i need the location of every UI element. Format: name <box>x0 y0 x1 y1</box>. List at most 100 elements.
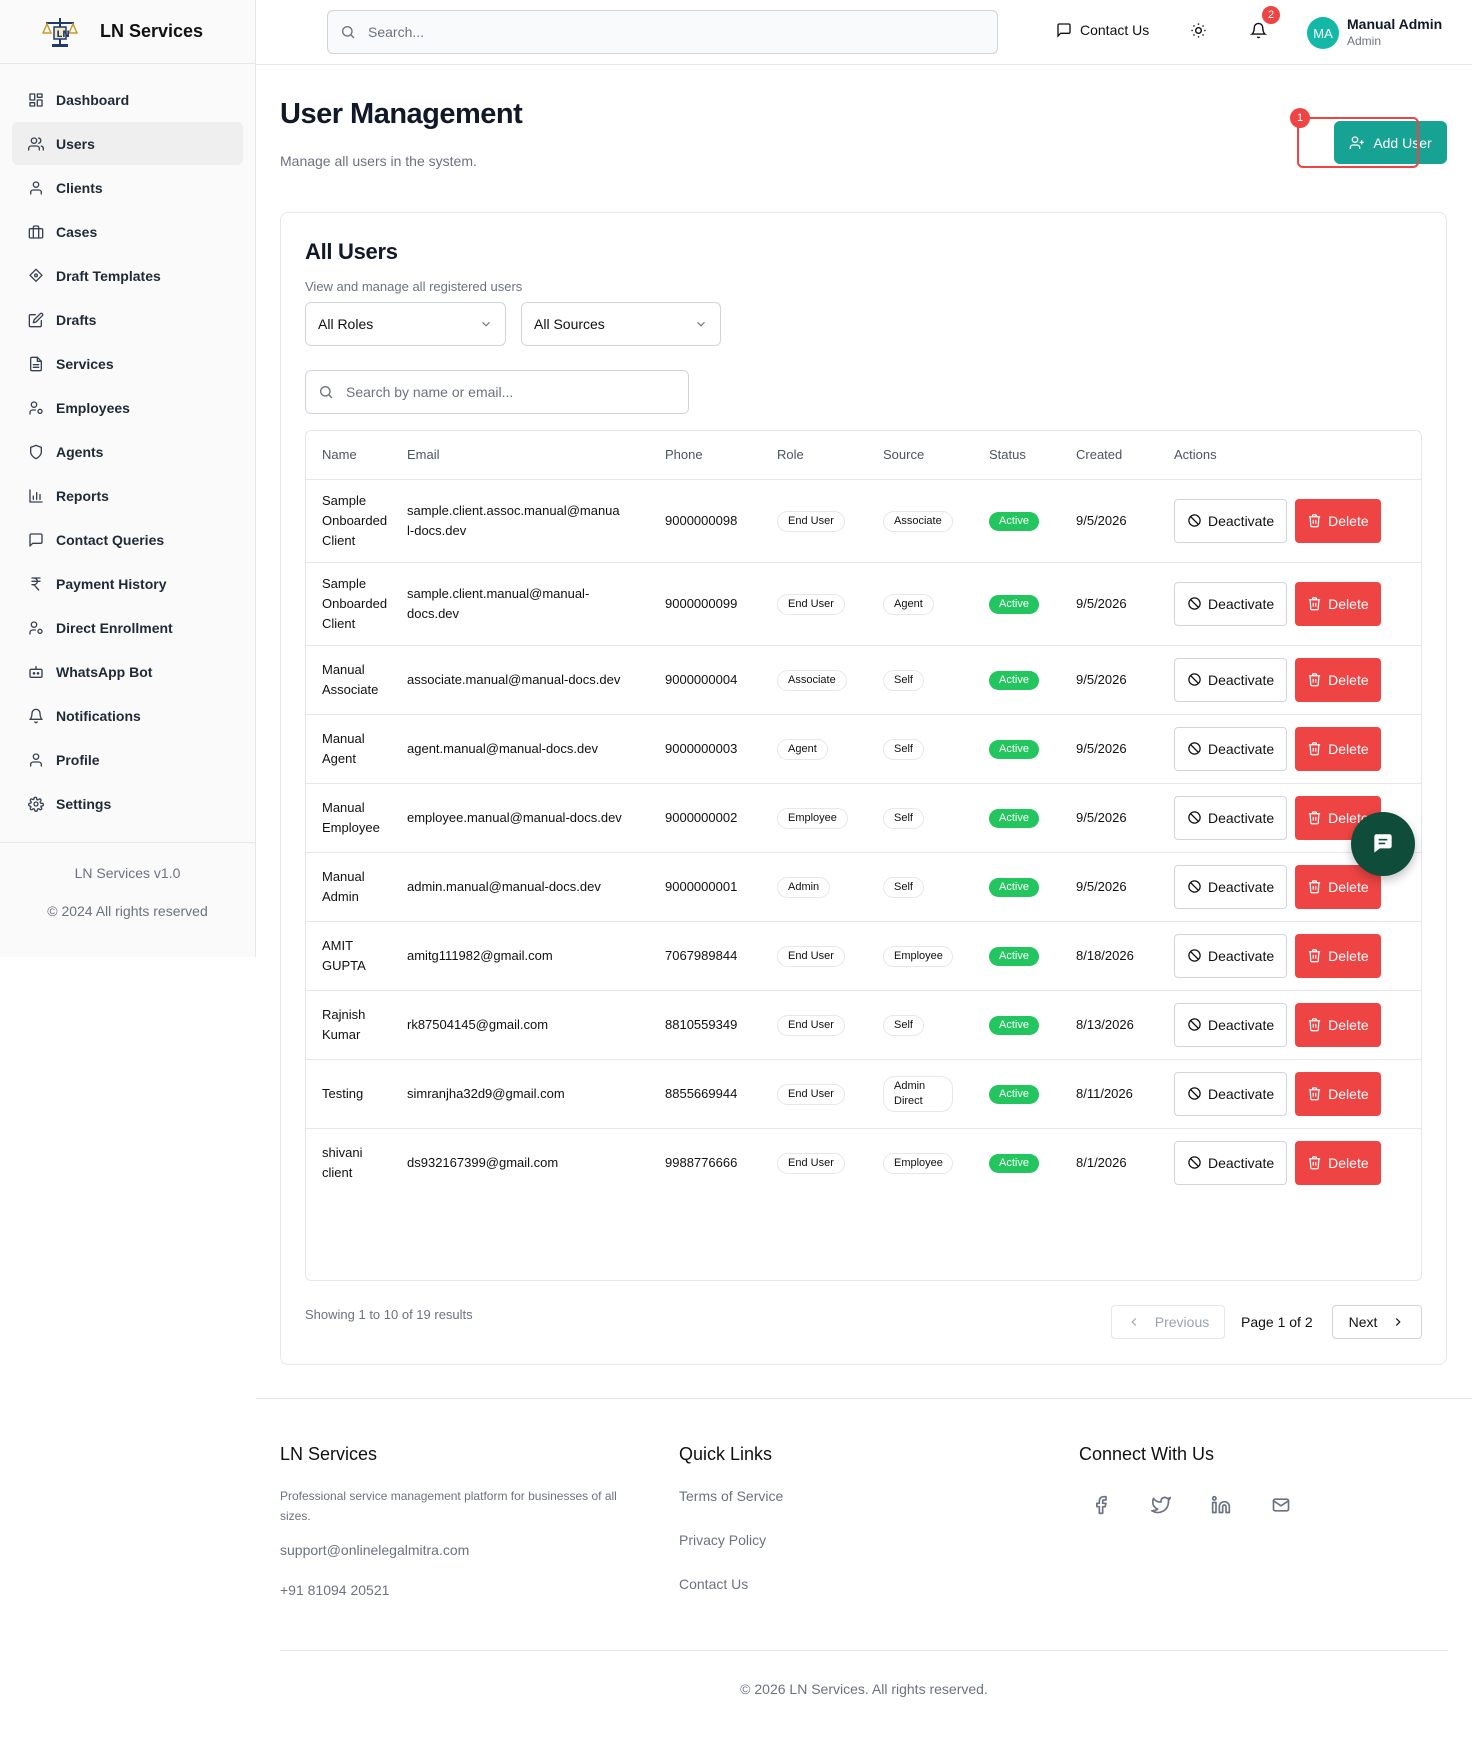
footer-divider <box>280 1650 1448 1651</box>
linkedin-icon[interactable] <box>1211 1495 1231 1515</box>
cell-phone: 7067989844 <box>665 921 777 991</box>
user-search-input[interactable] <box>346 384 686 400</box>
user-role: Admin <box>1347 34 1382 48</box>
sidebar-item-direct-enrollment[interactable]: Direct Enrollment <box>12 606 243 649</box>
notifications-button[interactable]: 2 <box>1249 6 1280 42</box>
sidebar-item-draft-templates[interactable]: Draft Templates <box>12 254 243 297</box>
sidebar-item-reports[interactable]: Reports <box>12 474 243 517</box>
sidebar-item-agents[interactable]: Agents <box>12 430 243 473</box>
next-page-button[interactable]: Next <box>1332 1305 1422 1339</box>
table-row: Manual Agent agent.manual@manual-docs.dev… <box>306 714 1421 784</box>
sidebar-item-whatsapp-bot[interactable]: WhatsApp Bot <box>12 650 243 693</box>
deactivate-button[interactable]: Deactivate <box>1174 1002 1288 1047</box>
delete-label: Delete <box>1328 740 1369 757</box>
cell-created: 9/5/2026 <box>1076 479 1174 563</box>
delete-button[interactable]: Delete <box>1295 1002 1381 1047</box>
sidebar-item-profile[interactable]: Profile <box>12 738 243 781</box>
sidebar-item-dashboard[interactable]: Dashboard <box>12 78 243 121</box>
footer-email-link[interactable]: support@onlinelegalmitra.com <box>280 1542 469 1558</box>
cell-role: Employee <box>777 783 883 853</box>
terms-link[interactable]: Terms of Service <box>679 1488 783 1504</box>
search-icon <box>320 386 333 399</box>
role-filter-select[interactable]: All Roles <box>305 302 506 346</box>
contact-us-link[interactable]: Contact Us <box>1056 22 1149 38</box>
user-name[interactable]: Manual Admin <box>1347 16 1442 32</box>
source-filter-select[interactable]: All Sources <box>521 302 721 346</box>
footer-contact-link[interactable]: Contact Us <box>679 1576 748 1592</box>
delete-button[interactable]: Delete <box>1295 726 1381 771</box>
deactivate-button[interactable]: Deactivate <box>1174 498 1288 543</box>
sidebar-item-label: Reports <box>56 487 109 504</box>
deactivate-label: Deactivate <box>1208 809 1275 826</box>
sidebar-item-label: Payment History <box>56 575 167 592</box>
user-search[interactable] <box>305 370 689 414</box>
twitter-icon[interactable] <box>1151 1495 1171 1515</box>
cell-role: Agent <box>777 714 883 784</box>
trash-icon <box>1309 949 1321 963</box>
theme-toggle[interactable] <box>1190 22 1207 42</box>
sidebar-item-employees[interactable]: Employees <box>12 386 243 429</box>
privacy-link[interactable]: Privacy Policy <box>679 1532 766 1548</box>
sidebar-item-payment-history[interactable]: Payment History <box>12 562 243 605</box>
sidebar-item-clients[interactable]: Clients <box>12 166 243 209</box>
sidebar-item-label: Settings <box>56 795 112 812</box>
global-search[interactable] <box>327 10 998 54</box>
brand[interactable]: LN LN Services <box>0 0 255 64</box>
footer-copyright: © 2026 LN Services. All rights reserved. <box>740 1681 988 1697</box>
status-badge: Active <box>989 740 1039 759</box>
deactivate-button[interactable]: Deactivate <box>1174 1140 1288 1185</box>
sidebar-item-services[interactable]: Services <box>12 342 243 385</box>
bell-icon <box>28 708 44 724</box>
sidebar-item-cases[interactable]: Cases <box>12 210 243 253</box>
sidebar-item-drafts[interactable]: Drafts <box>12 298 243 341</box>
deactivate-button[interactable]: Deactivate <box>1174 726 1288 771</box>
user-email-text: admin.manual@manual-docs.dev <box>407 878 601 894</box>
global-search-input[interactable] <box>368 24 968 40</box>
role-badge: Employee <box>777 807 848 829</box>
delete-label: Delete <box>1328 512 1369 529</box>
chat-fab-button[interactable] <box>1351 812 1415 876</box>
sidebar: LN LN Services Dashboard Users Clients Case… <box>0 0 256 957</box>
facebook-icon[interactable] <box>1091 1495 1111 1515</box>
sidebar-item-settings[interactable]: Settings <box>12 782 243 825</box>
top-header: Contact Us 2 MA Manual Admin Admin <box>256 0 1472 65</box>
user-name-text: Manual Employee <box>322 799 380 835</box>
delete-button[interactable]: Delete <box>1295 581 1381 626</box>
deactivate-button[interactable]: Deactivate <box>1174 657 1288 702</box>
mail-icon[interactable] <box>1271 1495 1291 1515</box>
role-badge: End User <box>777 1014 845 1036</box>
cell-email: agent.manual@manual-docs.dev <box>407 714 665 784</box>
delete-button[interactable]: Delete <box>1295 1071 1381 1116</box>
sidebar-item-label: Notifications <box>56 707 141 724</box>
cell-email: associate.manual@manual-docs.dev <box>407 645 665 715</box>
role-badge: End User <box>777 593 845 615</box>
deactivate-button[interactable]: Deactivate <box>1174 795 1288 840</box>
previous-page-button[interactable]: Previous <box>1111 1305 1225 1339</box>
status-badge: Active <box>989 671 1039 690</box>
column-header-status: Status <box>989 431 1076 480</box>
add-user-button[interactable]: Add User <box>1334 121 1447 164</box>
deactivate-label: Deactivate <box>1208 1154 1275 1171</box>
sidebar-item-label: WhatsApp Bot <box>56 663 153 680</box>
status-badge: Active <box>989 1016 1039 1035</box>
sidebar-item-users[interactable]: Users <box>12 122 243 165</box>
sidebar-item-contact-queries[interactable]: Contact Queries <box>12 518 243 561</box>
avatar[interactable]: MA <box>1307 17 1339 49</box>
deactivate-button[interactable]: Deactivate <box>1174 581 1288 626</box>
footer-brand-title: LN Services <box>280 1444 378 1464</box>
search-icon <box>342 26 355 39</box>
delete-button[interactable]: Delete <box>1295 1140 1381 1185</box>
status-badge: Active <box>989 809 1039 828</box>
card-title: All Users <box>305 239 398 264</box>
deactivate-button[interactable]: Deactivate <box>1174 1071 1288 1116</box>
cell-name: Testing <box>306 1059 407 1129</box>
deactivate-button[interactable]: Deactivate <box>1174 864 1288 909</box>
role-badge: End User <box>777 945 845 967</box>
delete-button[interactable]: Delete <box>1295 933 1381 978</box>
delete-button[interactable]: Delete <box>1295 657 1381 702</box>
delete-button[interactable]: Delete <box>1295 498 1381 543</box>
gear-icon <box>28 796 44 812</box>
sidebar-item-notifications[interactable]: Notifications <box>12 694 243 737</box>
deactivate-button[interactable]: Deactivate <box>1174 933 1288 978</box>
cell-actions: Deactivate Delete <box>1174 479 1421 563</box>
